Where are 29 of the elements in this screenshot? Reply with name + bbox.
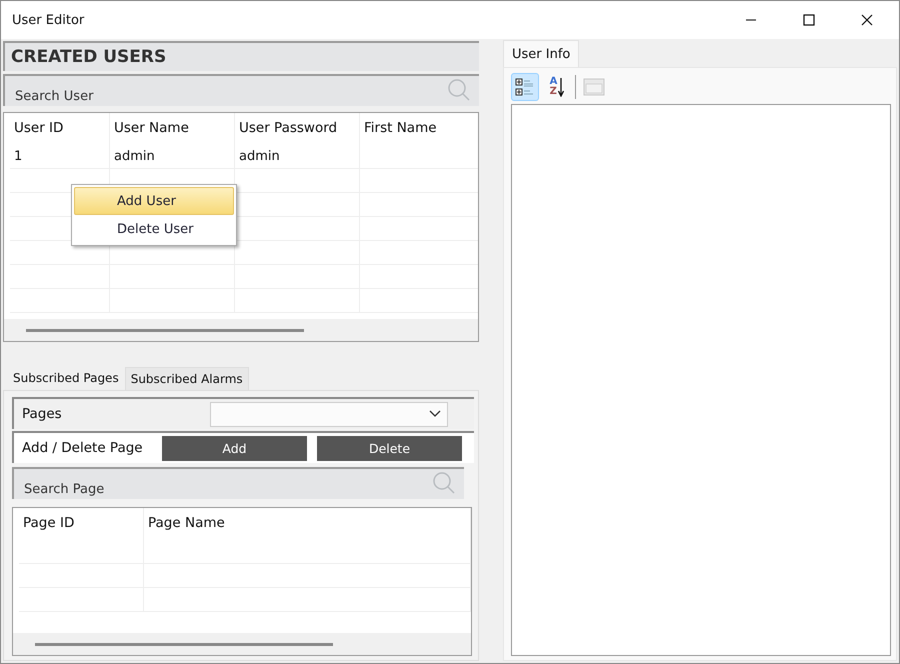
tab[interactable]: User Info bbox=[503, 40, 580, 67]
maximize-icon[interactable] bbox=[803, 14, 815, 26]
section-heading: CREATED USERS bbox=[3, 41, 479, 71]
column-header[interactable]: User Password bbox=[235, 113, 360, 145]
search-field[interactable]: Search Page bbox=[12, 467, 464, 499]
search-input[interactable]: Search Page bbox=[24, 482, 324, 497]
column-header[interactable]: User Name bbox=[110, 113, 235, 145]
categorized-view-icon[interactable] bbox=[511, 73, 539, 101]
window-title: User Editor bbox=[12, 12, 84, 28]
chevron-icon bbox=[429, 410, 441, 418]
scrollbar-thumb[interactable] bbox=[35, 642, 333, 646]
column-header[interactable]: Page ID bbox=[19, 508, 144, 540]
tab[interactable]: Subscribed Alarms bbox=[124, 367, 249, 390]
column-header[interactable]: Page Name bbox=[144, 508, 471, 540]
table-cell: admin bbox=[239, 149, 280, 164]
delete-button[interactable]: Delete bbox=[317, 436, 462, 460]
add-button[interactable]: Add bbox=[162, 436, 307, 460]
field-label: Add / Delete Page bbox=[22, 440, 144, 456]
search-field[interactable]: Search User bbox=[3, 74, 479, 106]
field-label: Pages bbox=[22, 406, 63, 422]
close-icon[interactable] bbox=[861, 14, 873, 26]
menu-item[interactable]: Delete User bbox=[74, 215, 234, 243]
column-header[interactable]: User ID bbox=[10, 113, 110, 145]
scrollbar-thumb[interactable] bbox=[26, 328, 304, 332]
search-input[interactable]: Search User bbox=[15, 89, 315, 104]
menu-item[interactable]: Add User bbox=[74, 187, 234, 215]
table-cell: 1 bbox=[14, 149, 22, 164]
column-header[interactable]: First Name bbox=[360, 113, 478, 145]
table-cell: admin bbox=[114, 149, 155, 164]
